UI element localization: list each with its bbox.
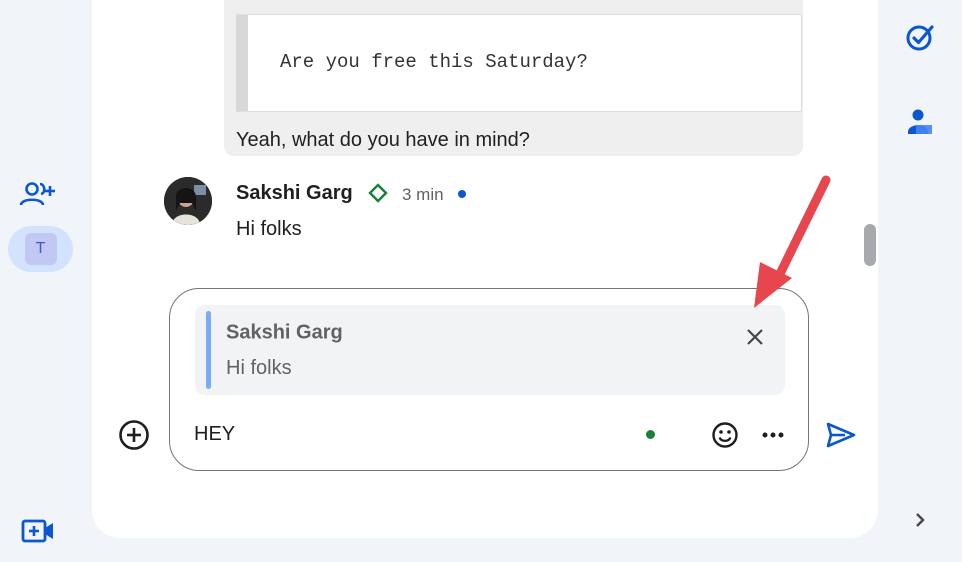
message-timestamp: 3 min (402, 185, 444, 204)
add-people-button[interactable] (18, 178, 58, 210)
close-icon (747, 329, 763, 345)
message-composer: Sakshi Garg Hi folks (169, 288, 809, 471)
code-block: Are you free this Saturday? (236, 14, 802, 112)
avatar-photo (164, 177, 212, 225)
unread-indicator (458, 190, 466, 198)
previous-message-text: Yeah, what do you have in mind? (236, 129, 530, 151)
status-indicator (646, 430, 655, 439)
diamond-icon (368, 183, 388, 203)
person-add-icon (19, 182, 55, 206)
message-input[interactable] (194, 419, 614, 449)
add-attachment-button[interactable] (118, 419, 150, 451)
sender-name[interactable]: Sakshi Garg (236, 182, 353, 205)
close-reply-button[interactable] (741, 323, 769, 351)
chevron-right-icon (916, 513, 925, 527)
more-options-button[interactable] (758, 420, 788, 450)
previous-message-bubble: Are you free this Saturday? Yeah, what d… (224, 0, 803, 156)
reply-preview-sender: Sakshi Garg (226, 321, 343, 344)
left-rail: T (0, 0, 92, 562)
emoji-button[interactable] (710, 420, 740, 450)
contacts-icon (908, 109, 932, 134)
reply-preview: Sakshi Garg Hi folks (195, 305, 785, 395)
expand-panel-button[interactable] (906, 506, 934, 534)
tasks-icon (906, 25, 934, 51)
emoji-icon (712, 422, 738, 448)
more-horiz-icon (762, 432, 784, 438)
add-circle-icon (119, 420, 149, 450)
space-avatar: T (24, 233, 57, 265)
send-icon (826, 422, 856, 448)
scrollbar-thumb[interactable] (864, 224, 876, 266)
video-call-button[interactable] (20, 515, 56, 547)
space-item-selected[interactable]: T (8, 226, 73, 272)
quote-bar (206, 311, 211, 389)
contacts-button[interactable] (902, 104, 938, 138)
message-text: Hi folks (236, 218, 302, 240)
send-button[interactable] (824, 420, 858, 450)
video-add-icon (21, 519, 53, 543)
chat-panel: Are you free this Saturday? Yeah, what d… (92, 0, 878, 538)
tasks-button[interactable] (902, 20, 938, 54)
code-text: Are you free this Saturday? (280, 51, 588, 73)
avatar[interactable] (164, 177, 212, 225)
reply-preview-text: Hi folks (226, 357, 292, 379)
